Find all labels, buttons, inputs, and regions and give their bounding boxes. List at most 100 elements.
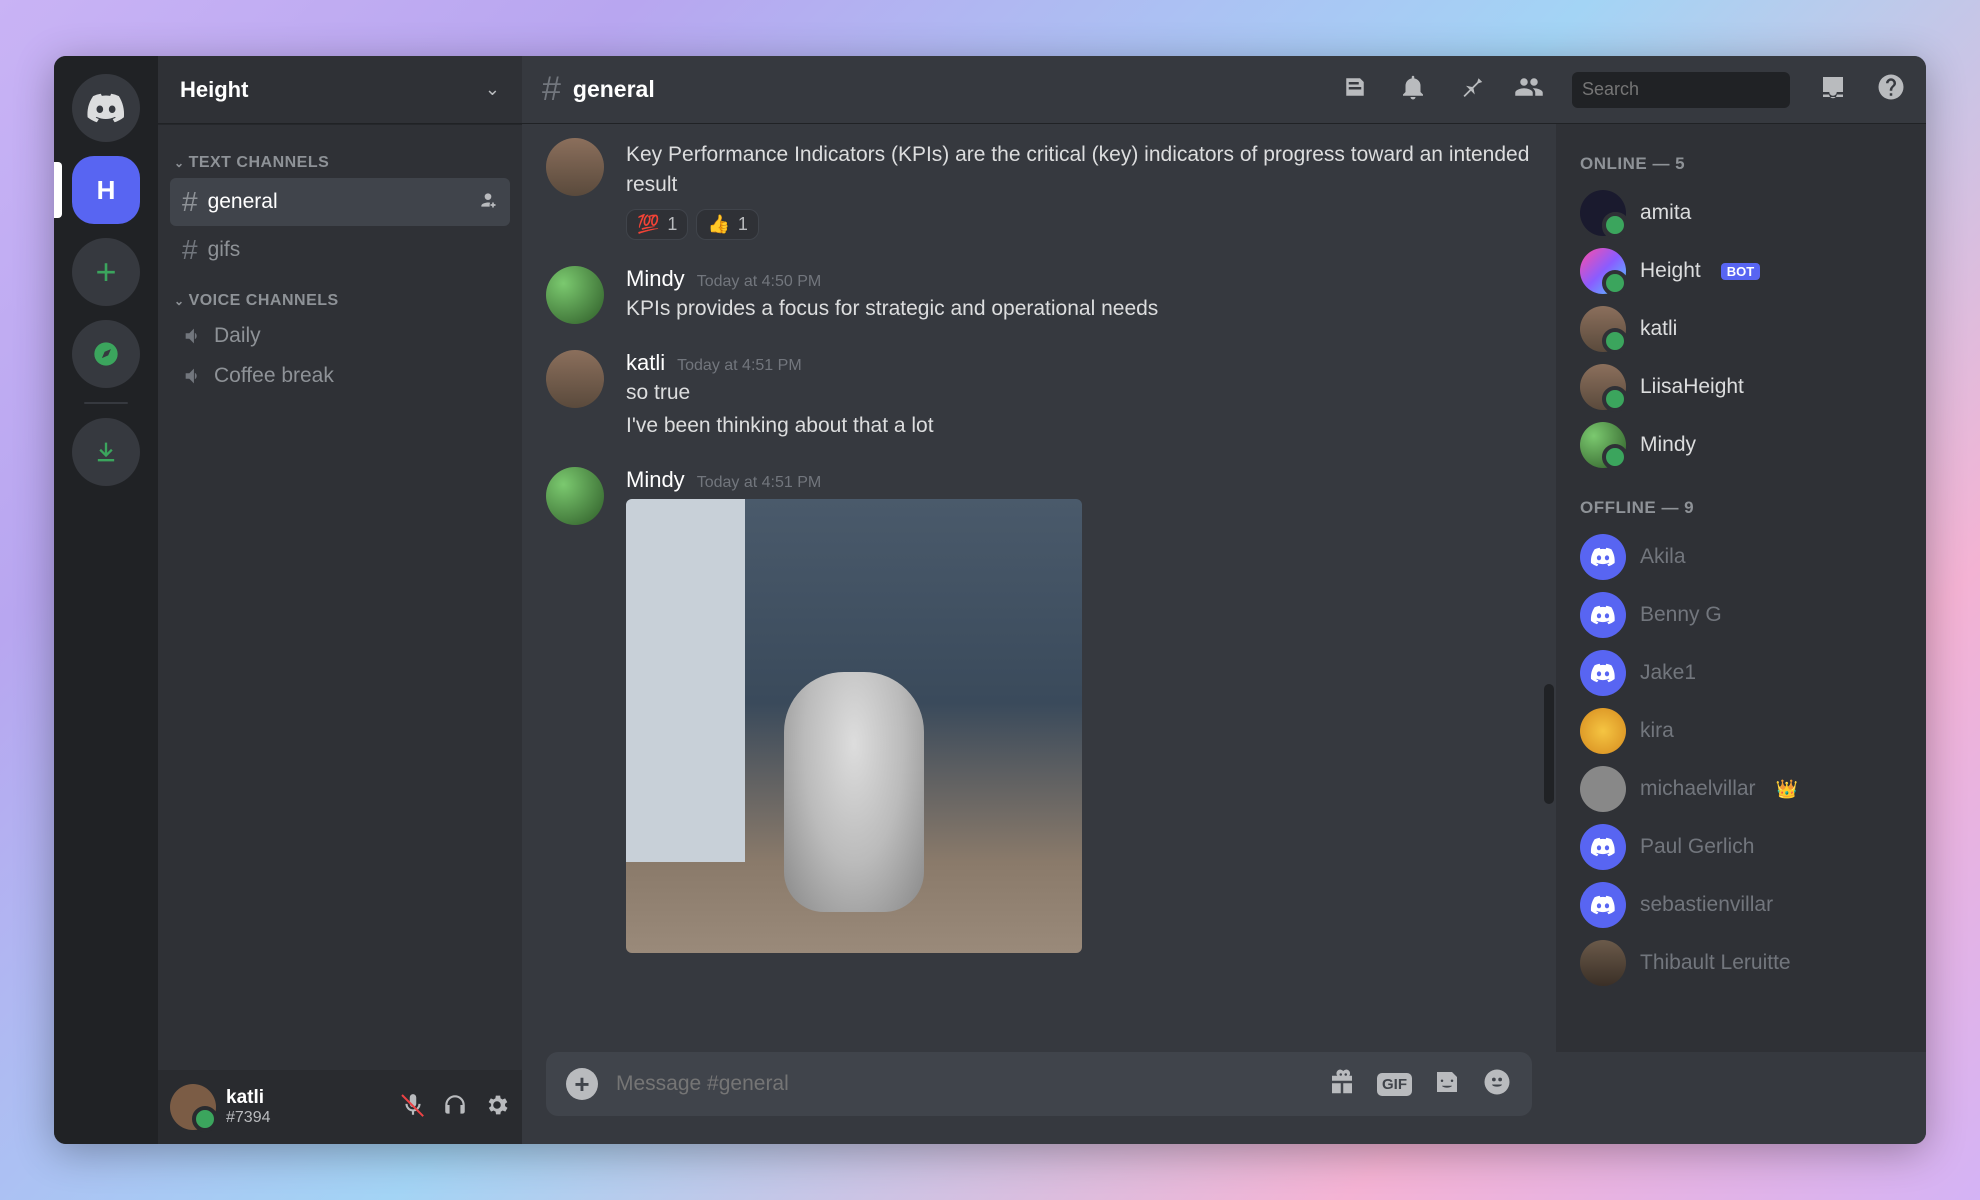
threads-button[interactable]	[1340, 72, 1370, 107]
search-box[interactable]	[1572, 72, 1790, 108]
help-button[interactable]	[1876, 72, 1906, 107]
message-input[interactable]	[616, 1072, 1309, 1096]
member-avatar	[1580, 534, 1626, 580]
member-list: ONLINE — 5 amitaHeightBOTkatliLiisaHeigh…	[1556, 124, 1926, 1052]
voice-channel-coffee-break[interactable]: Coffee break	[170, 356, 510, 396]
member-avatar	[1580, 882, 1626, 928]
text-channels-header[interactable]: ⌄ TEXT CHANNELS	[170, 136, 510, 178]
attach-button[interactable]: +	[566, 1068, 598, 1100]
member-name: Mindy	[1640, 433, 1696, 457]
channel-label: Daily	[214, 324, 261, 348]
gif-button[interactable]: GIF	[1377, 1073, 1412, 1096]
help-icon	[1876, 72, 1906, 102]
header-tools	[1340, 72, 1906, 108]
server-initial: H	[97, 175, 116, 206]
member-avatar	[1580, 190, 1626, 236]
chat-body: Key Performance Indicators (KPIs) are th…	[522, 124, 1926, 1052]
member-mindy[interactable]: Mindy	[1568, 416, 1914, 474]
member-katli[interactable]: katli	[1568, 300, 1914, 358]
server-height[interactable]: H	[72, 156, 140, 224]
member-avatar	[1580, 306, 1626, 352]
message-timestamp: Today at 4:50 PM	[697, 273, 822, 291]
gift-button[interactable]	[1327, 1067, 1357, 1102]
channel-label: general	[208, 190, 278, 214]
member-paul-gerlich[interactable]: Paul Gerlich	[1568, 818, 1914, 876]
composer-icons: GIF	[1327, 1067, 1512, 1102]
offline-header: OFFLINE — 9	[1568, 492, 1914, 528]
member-liisaheight[interactable]: LiisaHeight	[1568, 358, 1914, 416]
member-avatar	[1580, 940, 1626, 986]
avatar[interactable]	[546, 138, 604, 196]
channel-label: Coffee break	[214, 364, 334, 388]
avatar[interactable]	[546, 266, 604, 324]
speaker-icon	[182, 325, 204, 347]
member-jake1[interactable]: Jake1	[1568, 644, 1914, 702]
message-author[interactable]: Mindy	[626, 467, 685, 493]
message-text: so true	[626, 378, 1532, 408]
inbox-button[interactable]	[1818, 72, 1848, 107]
member-amita[interactable]: amita	[1568, 184, 1914, 242]
settings-button[interactable]	[484, 1092, 510, 1123]
voice-channels-header[interactable]: ⌄ VOICE CHANNELS	[170, 274, 510, 316]
channel-general[interactable]: #general	[170, 178, 510, 226]
chevron-down-icon: ⌄	[485, 79, 500, 100]
avatar[interactable]	[546, 350, 604, 408]
sticker-button[interactable]	[1432, 1067, 1462, 1102]
member-name: Thibault Leruitte	[1640, 951, 1791, 975]
chevron-down-icon: ⌄	[174, 294, 185, 308]
pin-icon	[1456, 72, 1486, 102]
member-thibault-leruitte[interactable]: Thibault Leruitte	[1568, 934, 1914, 992]
reaction[interactable]: 💯1	[626, 209, 688, 240]
member-height[interactable]: HeightBOT	[1568, 242, 1914, 300]
member-avatar	[1580, 248, 1626, 294]
reactions: 💯1 👍1	[626, 209, 1532, 240]
pins-button[interactable]	[1456, 72, 1486, 107]
bell-icon	[1398, 72, 1428, 102]
member-akila[interactable]: Akila	[1568, 528, 1914, 586]
voice-channel-daily[interactable]: Daily	[170, 316, 510, 356]
discord-logo-icon	[86, 93, 126, 123]
self-avatar[interactable]	[170, 1084, 216, 1130]
hash-icon: #	[182, 234, 198, 266]
emoji-button[interactable]	[1482, 1067, 1512, 1102]
message: Key Performance Indicators (KPIs) are th…	[522, 134, 1556, 244]
add-server-button[interactable]: +	[72, 238, 140, 306]
reaction-count: 1	[667, 214, 677, 235]
section-label: VOICE CHANNELS	[189, 292, 339, 310]
server-name: Height	[180, 77, 248, 103]
member-michaelvillar[interactable]: michaelvillar👑	[1568, 760, 1914, 818]
reaction[interactable]: 👍1	[696, 209, 758, 240]
member-kira[interactable]: kira	[1568, 702, 1914, 760]
message-timestamp: Today at 4:51 PM	[677, 357, 802, 375]
download-button[interactable]	[72, 418, 140, 486]
message-author[interactable]: katli	[626, 350, 665, 376]
channel-list: ⌄ TEXT CHANNELS #general#gifs ⌄ VOICE CH…	[158, 124, 522, 1070]
speaker-icon	[182, 365, 204, 387]
scrollbar-thumb[interactable]	[1544, 684, 1554, 804]
image-attachment[interactable]	[626, 499, 1082, 953]
user-controls	[400, 1092, 510, 1123]
mute-button[interactable]	[400, 1092, 426, 1123]
member-sebastienvillar[interactable]: sebastienvillar	[1568, 876, 1914, 934]
member-benny-g[interactable]: Benny G	[1568, 586, 1914, 644]
members-toggle-button[interactable]	[1514, 72, 1544, 107]
self-info[interactable]: katli #7394	[226, 1087, 271, 1127]
channel-gifs[interactable]: #gifs	[170, 226, 510, 274]
member-name: LiisaHeight	[1640, 375, 1744, 399]
avatar[interactable]	[546, 467, 604, 525]
composer-wrap: + GIF	[522, 1052, 1556, 1144]
message-author[interactable]: Mindy	[626, 266, 685, 292]
member-name: Paul Gerlich	[1640, 835, 1754, 859]
member-avatar	[1580, 364, 1626, 410]
deafen-button[interactable]	[442, 1092, 468, 1123]
message-text: I've been thinking about that a lot	[626, 411, 1532, 441]
search-input[interactable]	[1582, 79, 1814, 100]
invite-icon[interactable]	[478, 190, 498, 215]
member-name: katli	[1640, 317, 1677, 341]
server-header[interactable]: Height ⌄	[158, 56, 522, 124]
notifications-button[interactable]	[1398, 72, 1428, 107]
member-name: Height	[1640, 259, 1701, 283]
explore-button[interactable]	[72, 320, 140, 388]
self-username: katli	[226, 1087, 271, 1109]
home-button[interactable]	[72, 74, 140, 142]
